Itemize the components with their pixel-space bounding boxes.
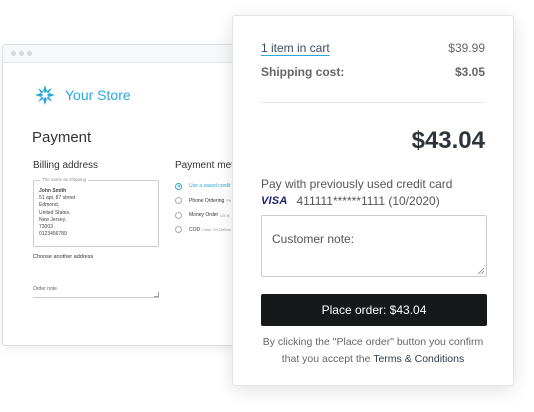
payment-method-label: COD — [189, 226, 201, 233]
choose-another-address-link[interactable]: Choose another address — [33, 254, 93, 260]
payment-method-label: Money Order — [189, 212, 219, 219]
window-dot — [19, 51, 24, 56]
shipping-row: Shipping cost: $3.05 — [261, 65, 485, 79]
address-line: United States, — [39, 209, 71, 216]
payment-method-sub: US B — [220, 212, 230, 218]
payment-method-sub: Ph — [226, 198, 232, 204]
customer-note-placeholder: Customer note: — [272, 232, 355, 246]
payment-method-phone[interactable]: Phone Ordering Ph — [175, 194, 231, 209]
payment-method-money-order[interactable]: Money Order US B — [175, 208, 231, 223]
cart-items-price: $39.99 — [448, 41, 485, 55]
payment-method-sub: Cash On Deliver — [202, 227, 232, 233]
order-note-placeholder: Order note — [33, 286, 57, 292]
window-dot — [11, 51, 16, 56]
payment-method-saved-card[interactable]: Use a saved credit — [175, 179, 231, 194]
radio[interactable] — [175, 226, 182, 234]
billing-title: Billing address — [33, 160, 99, 171]
saved-card-label: Pay with previously used credit card — [261, 177, 453, 191]
address-legend: The same as shipping — [40, 177, 89, 182]
shipping-label: Shipping cost: — [261, 65, 345, 79]
order-total: $43.04 — [411, 127, 485, 154]
divider — [261, 102, 485, 103]
store-logo-icon — [35, 85, 55, 105]
terms-link[interactable]: Terms & Conditions — [373, 353, 464, 365]
stage: Your Store Payment Billing address Payme… — [0, 0, 534, 412]
address-line: 73003 — [39, 224, 53, 231]
radio[interactable] — [175, 197, 182, 205]
place-order-button[interactable]: Place order: $43.04 — [261, 294, 487, 326]
payment-method-label: Phone Ordering — [189, 197, 225, 204]
cart-items-link[interactable]: 1 item in cart — [261, 41, 330, 55]
order-note-field[interactable]: Order note — [33, 284, 159, 298]
address-line: 51 apt, 87 street — [39, 195, 76, 202]
radio-selected[interactable] — [175, 182, 182, 190]
address-lines: John Smith 51 apt, 87 street Edmond, Uni… — [39, 188, 153, 238]
address-line: New Jersey, — [39, 216, 67, 223]
card-number: 411111******1111 (10/2020) — [296, 194, 440, 208]
payment-methods-list: Use a saved credit Phone Ordering Ph Mon… — [175, 179, 231, 237]
address-line: Edmond, — [39, 202, 60, 209]
resize-handle-icon[interactable] — [477, 267, 484, 274]
window-dot — [27, 51, 32, 56]
cart-items-row: 1 item in cart $39.99 — [261, 41, 485, 55]
store-logo[interactable]: Your Store — [33, 83, 131, 107]
store-name: Your Store — [65, 87, 131, 103]
payment-methods-title: Payment meth — [175, 160, 240, 171]
saved-card[interactable]: VISA 411111******1111 (10/2020) — [261, 194, 440, 208]
customer-note-field[interactable]: Customer note: — [261, 215, 487, 277]
billing-address-select[interactable]: The same as shipping John Smith 51 apt, … — [33, 177, 159, 247]
terms-notice: By clicking the "Place order" button you… — [261, 334, 485, 368]
payment-method-cod[interactable]: COD Cash On Deliver — [175, 223, 231, 238]
visa-logo: VISA — [261, 195, 288, 207]
order-summary-card: 1 item in cart $39.99 Shipping cost: $3.… — [232, 15, 514, 386]
resize-handle-icon[interactable] — [154, 292, 159, 297]
address-line: 0123456789 — [39, 231, 67, 238]
shipping-price: $3.05 — [454, 65, 485, 79]
payment-method-label: Use a saved credit — [189, 183, 231, 190]
page-title: Payment — [32, 129, 92, 146]
radio[interactable] — [175, 211, 182, 219]
address-line: John Smith — [39, 188, 67, 194]
